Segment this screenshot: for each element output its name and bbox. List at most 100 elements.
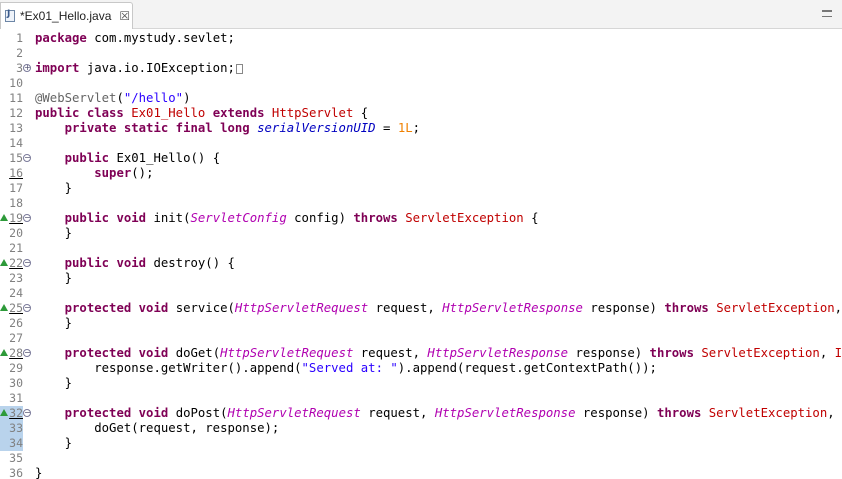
code-token: super (94, 166, 132, 180)
code-token: HttpServletResponse (442, 301, 591, 315)
override-marker-icon (0, 349, 8, 356)
code-line[interactable]: 21 (0, 241, 842, 256)
code-line[interactable]: 29 response.getWriter().append("Served a… (0, 361, 842, 376)
line-number: 26 (9, 316, 23, 330)
code-token: response) (590, 301, 665, 315)
override-marker-icon (0, 259, 8, 266)
code-token: private static final long (64, 121, 258, 135)
line-number: 29 (9, 361, 23, 375)
code-line[interactable]: 14 (0, 136, 842, 151)
code-token: HttpServletResponse (427, 346, 576, 360)
code-line[interactable]: 26 } (0, 316, 842, 331)
code-text: public class Ex01_Hello extends HttpServ… (35, 106, 368, 121)
code-line[interactable]: 34 } (0, 436, 842, 451)
code-line[interactable]: 30 } (0, 376, 842, 391)
close-tab-icon[interactable]: ☒ (119, 9, 130, 23)
code-line[interactable]: 20 } (0, 226, 842, 241)
code-token: Ex01_Hello (131, 106, 213, 120)
line-number: 21 (9, 241, 23, 255)
collapse-fold-icon[interactable]: − (23, 214, 31, 222)
code-token: throws (649, 346, 702, 360)
code-line[interactable]: 16 super(); (0, 166, 842, 181)
line-number: 17 (9, 181, 23, 195)
editor-tab[interactable]: *Ex01_Hello.java ☒ (0, 2, 133, 29)
code-token: import (35, 61, 87, 75)
folded-imports-icon[interactable] (235, 63, 243, 74)
code-token: throws (656, 406, 709, 420)
line-number: 2 (16, 46, 23, 60)
line-number: 11 (9, 91, 23, 105)
code-text: } (35, 316, 72, 331)
collapse-fold-icon[interactable]: − (23, 304, 31, 312)
code-token: throws (353, 211, 406, 225)
code-line[interactable]: 2 (0, 46, 842, 61)
code-line[interactable]: 36} (0, 466, 842, 479)
editor-tab-bar: *Ex01_Hello.java ☒ (0, 0, 842, 29)
code-line[interactable]: 22− public void destroy() { (0, 256, 842, 271)
code-token: } (35, 316, 73, 330)
code-line[interactable]: 19− public void init(ServletConfig confi… (0, 211, 842, 226)
code-line[interactable]: 33 doGet(request, response); (0, 421, 842, 436)
code-token: java.io.IOException; (86, 61, 235, 75)
code-line[interactable]: 25− protected void service(HttpServletRe… (0, 301, 842, 316)
code-token: response) (582, 406, 657, 420)
code-line[interactable]: 27 (0, 331, 842, 346)
code-line[interactable]: 17 } (0, 181, 842, 196)
code-line[interactable]: 3 + import java.io.IOException; (0, 61, 842, 76)
code-token: ServletException (701, 346, 820, 360)
code-line[interactable]: 1 package com.mystudy.sevlet; (0, 31, 842, 46)
code-line[interactable]: 24 (0, 286, 842, 301)
code-line[interactable]: 12 public class Ex01_Hello extends HttpSe… (0, 106, 842, 121)
line-number: 31 (9, 391, 23, 405)
collapse-fold-icon[interactable]: − (23, 349, 31, 357)
code-line[interactable]: 23 } (0, 271, 842, 286)
line-number: 34 (0, 436, 23, 451)
code-editor[interactable]: 1 package com.mystudy.sevlet; 2 3 + import ja… (0, 29, 842, 479)
code-token: ).append(request.getContextPath()); (397, 361, 657, 375)
code-line[interactable]: 15− public Ex01_Hello() { (0, 151, 842, 166)
code-line[interactable]: 32− protected void doPost(HttpServletReq… (0, 406, 842, 421)
code-line[interactable]: 13 private static final long serialVersi… (0, 121, 842, 136)
line-number: 3 (16, 61, 23, 75)
code-text: public void destroy() { (35, 256, 235, 271)
code-line[interactable]: 18 (0, 196, 842, 211)
line-number: 15 (9, 151, 23, 165)
line-number: 30 (9, 376, 23, 390)
code-token: } (35, 226, 73, 240)
code-token: public (64, 151, 117, 165)
code-text: doGet(request, response); (35, 421, 279, 436)
collapse-fold-icon[interactable]: − (23, 154, 31, 162)
code-token: ) (183, 91, 191, 105)
code-text: } (35, 466, 42, 479)
code-token: response) (575, 346, 650, 360)
code-line[interactable]: 11 @WebServlet("/hello") (0, 91, 842, 106)
minimize-icon[interactable] (822, 10, 832, 17)
line-number: 24 (9, 286, 23, 300)
code-text: protected void service(HttpServletReques… (35, 301, 842, 316)
code-token: } (35, 436, 73, 450)
code-text: } (35, 181, 72, 196)
line-number: 13 (9, 121, 23, 135)
line-number: 10 (9, 76, 23, 90)
override-marker-icon (0, 304, 8, 311)
code-line[interactable]: 28− protected void doGet(HttpServletRequ… (0, 346, 842, 361)
collapse-fold-icon[interactable]: − (23, 259, 31, 267)
expand-fold-icon[interactable]: + (23, 64, 31, 72)
code-line[interactable]: 31 (0, 391, 842, 406)
code-token: { (360, 106, 369, 120)
code-token: , (827, 406, 842, 420)
line-number: 27 (9, 331, 23, 345)
code-line[interactable]: 10 (0, 76, 842, 91)
line-number: 33 (0, 421, 23, 436)
line-number: 23 (9, 271, 23, 285)
code-text: } (35, 436, 72, 451)
line-number: 14 (9, 136, 23, 150)
code-token: } (35, 466, 43, 479)
collapse-fold-icon[interactable]: − (23, 409, 31, 417)
code-token: 1L (397, 121, 413, 135)
code-line[interactable]: 35 (0, 451, 842, 466)
